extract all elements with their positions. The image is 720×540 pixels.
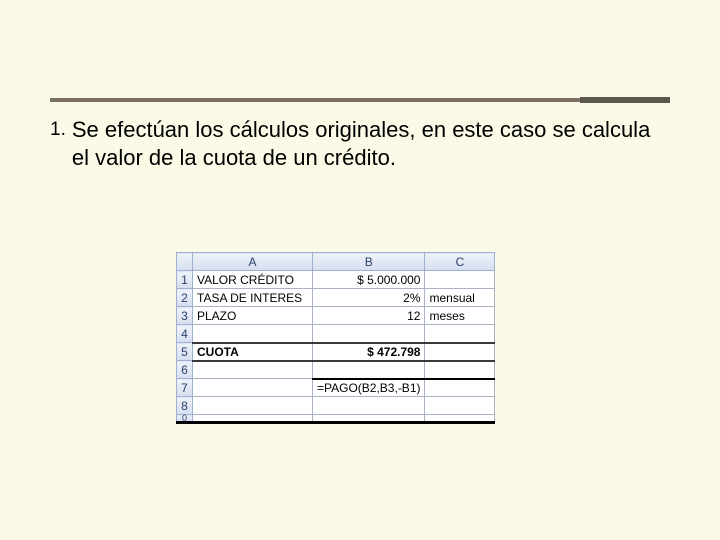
cell-c2: mensual bbox=[425, 289, 495, 307]
cell-b1: $ 5.000.000 bbox=[313, 271, 425, 289]
cell-a4 bbox=[193, 325, 313, 343]
bullet-item-1: 1. Se efectúan los cálculos originales, … bbox=[50, 116, 670, 171]
row-header: 2 bbox=[177, 289, 193, 307]
cell-c4 bbox=[425, 325, 495, 343]
row-header: 6 bbox=[177, 361, 193, 379]
col-header-c: C bbox=[425, 253, 495, 271]
cell-b8 bbox=[313, 397, 425, 415]
table-row-formula: 7 =PAGO(B2,B3,-B1) bbox=[177, 379, 495, 397]
row-header: 4 bbox=[177, 325, 193, 343]
cell-a8 bbox=[193, 397, 313, 415]
cell-a3: PLAZO bbox=[193, 307, 313, 325]
cell-a2: TASA DE INTERES bbox=[193, 289, 313, 307]
cell-b6 bbox=[313, 361, 425, 379]
cell-a6 bbox=[193, 361, 313, 379]
sheet-corner bbox=[177, 253, 193, 271]
col-header-a: A bbox=[193, 253, 313, 271]
table-row: 1 VALOR CRÉDITO $ 5.000.000 bbox=[177, 271, 495, 289]
cell-b3: 12 bbox=[313, 307, 425, 325]
table-row-highlight: 5 CUOTA $ 472.798 bbox=[177, 343, 495, 361]
row-header: 3 bbox=[177, 307, 193, 325]
cell-c7 bbox=[425, 379, 495, 397]
cell-a5: CUOTA bbox=[193, 343, 313, 361]
table-row: 8 bbox=[177, 397, 495, 415]
cell-c3: meses bbox=[425, 307, 495, 325]
cell-b9 bbox=[313, 415, 425, 423]
cell-c5 bbox=[425, 343, 495, 361]
table-row: 0 bbox=[177, 415, 495, 423]
cell-b5: $ 472.798 bbox=[313, 343, 425, 361]
row-header: 5 bbox=[177, 343, 193, 361]
spreadsheet: A B C 1 VALOR CRÉDITO $ 5.000.000 2 TASA… bbox=[176, 252, 495, 424]
cell-a9 bbox=[193, 415, 313, 423]
table-row: 3 PLAZO 12 meses bbox=[177, 307, 495, 325]
row-header: 1 bbox=[177, 271, 193, 289]
cell-c1 bbox=[425, 271, 495, 289]
cell-a7 bbox=[193, 379, 313, 397]
cell-b4 bbox=[313, 325, 425, 343]
table-row: 2 TASA DE INTERES 2% mensual bbox=[177, 289, 495, 307]
divider-top bbox=[50, 98, 670, 102]
table-row: 4 bbox=[177, 325, 495, 343]
cell-b2: 2% bbox=[313, 289, 425, 307]
cell-b7-formula: =PAGO(B2,B3,-B1) bbox=[313, 379, 425, 397]
row-header: 7 bbox=[177, 379, 193, 397]
cell-c9 bbox=[425, 415, 495, 423]
col-header-b: B bbox=[313, 253, 425, 271]
cell-a1: VALOR CRÉDITO bbox=[193, 271, 313, 289]
bullet-number: 1. bbox=[50, 116, 72, 171]
table-row: 6 bbox=[177, 361, 495, 379]
row-header: 8 bbox=[177, 397, 193, 415]
cell-c8 bbox=[425, 397, 495, 415]
bullet-text: Se efectúan los cálculos originales, en … bbox=[72, 116, 670, 171]
row-header: 0 bbox=[177, 415, 193, 423]
cell-c6 bbox=[425, 361, 495, 379]
